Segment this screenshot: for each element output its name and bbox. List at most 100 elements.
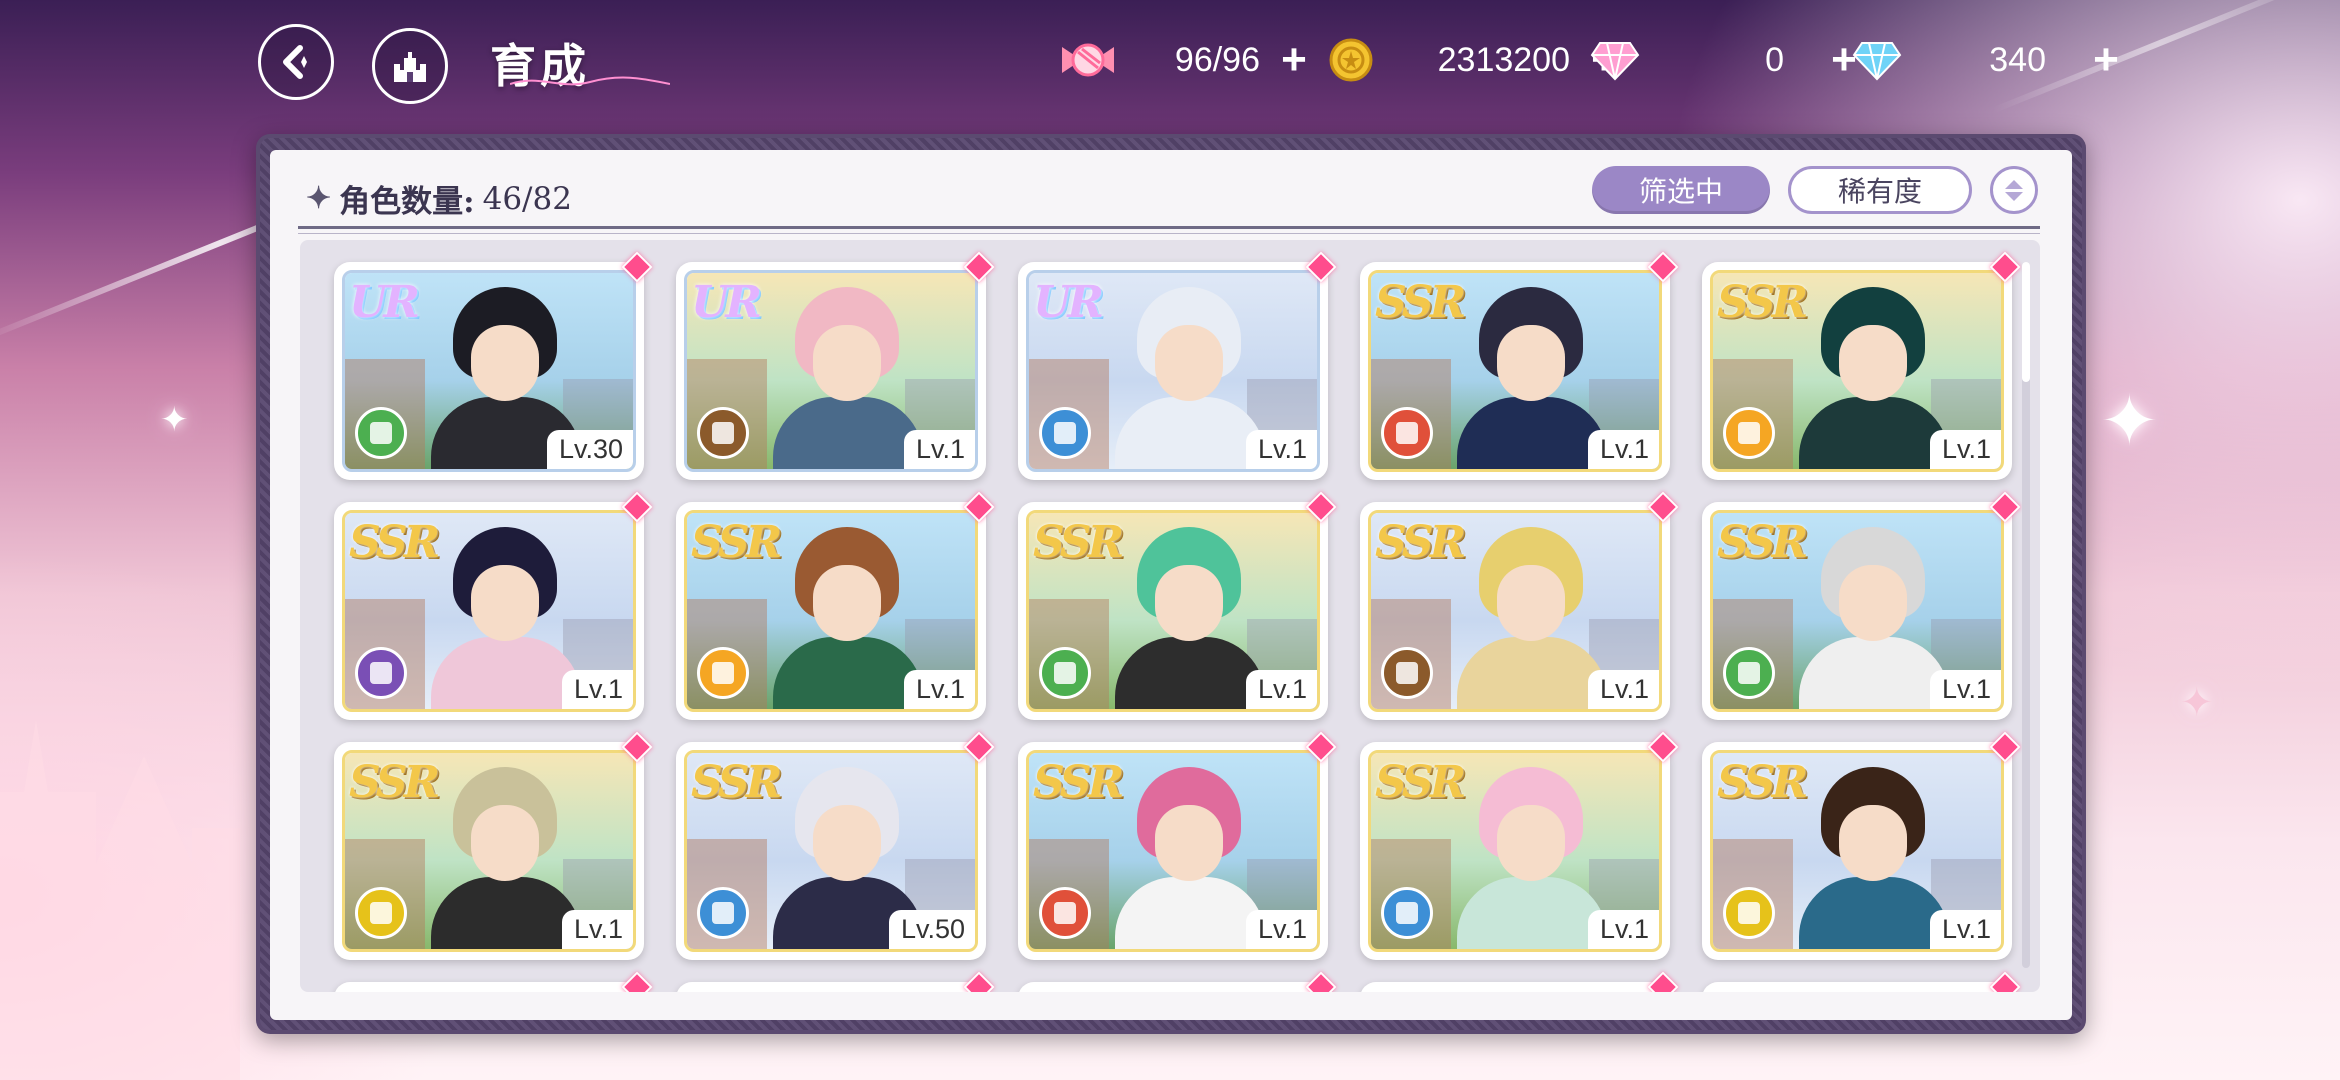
character-card[interactable]: UR Lv.30 bbox=[334, 251, 653, 480]
character-outfit bbox=[773, 637, 923, 709]
character-outfit bbox=[1799, 637, 1949, 709]
character-figure bbox=[773, 287, 923, 469]
pink-diamond-icon bbox=[1590, 42, 1640, 81]
character-figure bbox=[1799, 767, 1949, 949]
sort-order-button[interactable] bbox=[1990, 166, 2038, 214]
add-stamina-button[interactable]: + bbox=[1274, 38, 1314, 82]
character-count: ✦ 角色数量: 46/82 bbox=[306, 176, 572, 221]
character-card[interactable]: SSR Lv.1 bbox=[1702, 251, 2021, 480]
rarity-badge: SSR bbox=[691, 757, 782, 808]
rarity-badge: SSR bbox=[349, 757, 440, 808]
character-outfit bbox=[1799, 877, 1949, 949]
character-face bbox=[471, 325, 539, 401]
character-portrait: SSR Lv.1 bbox=[684, 510, 978, 712]
character-face bbox=[1155, 565, 1223, 641]
character-face bbox=[1497, 805, 1565, 881]
rarity-badge: SSR bbox=[1717, 277, 1808, 328]
character-card-partial[interactable] bbox=[334, 971, 653, 992]
rarity-badge: SSR bbox=[1033, 517, 1124, 568]
character-count-value: 46/82 bbox=[482, 180, 572, 217]
new-indicator-icon bbox=[1305, 971, 1337, 992]
character-portrait: SSR Lv.1 bbox=[1368, 510, 1662, 712]
level-label: Lv.1 bbox=[1587, 670, 1659, 709]
rarity-badge: SSR bbox=[1375, 757, 1466, 808]
attribute-icon bbox=[1723, 647, 1775, 699]
character-outfit bbox=[1115, 637, 1265, 709]
character-card[interactable]: SSR Lv.50 bbox=[676, 731, 995, 960]
attribute-glyph bbox=[1738, 902, 1760, 924]
new-indicator-icon bbox=[1989, 971, 2021, 992]
character-card[interactable]: SSR Lv.1 bbox=[1018, 731, 1337, 960]
character-card[interactable]: UR Lv.1 bbox=[676, 251, 995, 480]
attribute-glyph bbox=[712, 422, 734, 444]
attribute-glyph bbox=[1054, 662, 1076, 684]
character-portrait: SSR Lv.1 bbox=[342, 510, 636, 712]
attribute-icon bbox=[1381, 407, 1433, 459]
candy-icon bbox=[1062, 43, 1114, 77]
character-portrait: SSR Lv.1 bbox=[1368, 750, 1662, 952]
level-label: Lv.1 bbox=[1929, 670, 2001, 709]
stamina-counter: 96/96 + bbox=[1058, 34, 1314, 86]
sort-rarity-button[interactable]: 稀有度 bbox=[1788, 166, 1972, 214]
character-card-partial[interactable] bbox=[1702, 971, 2021, 992]
character-card-partial[interactable] bbox=[676, 971, 995, 992]
character-card[interactable]: SSR Lv.1 bbox=[334, 491, 653, 720]
attribute-glyph bbox=[1396, 902, 1418, 924]
attribute-icon bbox=[355, 887, 407, 939]
sparkle-icon: ✦ bbox=[160, 400, 189, 440]
character-card[interactable]: SSR Lv.1 bbox=[676, 491, 995, 720]
rarity-badge: SSR bbox=[349, 517, 440, 568]
home-button[interactable] bbox=[372, 28, 448, 104]
character-card[interactable]: SSR Lv.1 bbox=[1018, 491, 1337, 720]
character-outfit bbox=[431, 637, 581, 709]
attribute-icon bbox=[697, 407, 749, 459]
character-face bbox=[813, 565, 881, 641]
character-card[interactable]: SSR Lv.1 bbox=[1360, 491, 1679, 720]
character-portrait: SSR Lv.1 bbox=[1710, 510, 2004, 712]
header-divider bbox=[298, 226, 2040, 229]
character-outfit bbox=[1457, 637, 1607, 709]
level-label: Lv.1 bbox=[561, 670, 633, 709]
character-card[interactable]: SSR Lv.1 bbox=[1360, 731, 1679, 960]
character-portrait: SSR Lv.1 bbox=[342, 750, 636, 952]
character-outfit bbox=[1115, 397, 1265, 469]
character-figure bbox=[431, 767, 581, 949]
level-label: Lv.1 bbox=[1245, 430, 1317, 469]
character-card[interactable]: SSR Lv.1 bbox=[1702, 731, 2021, 960]
character-card-partial[interactable] bbox=[1018, 971, 1337, 992]
character-outfit bbox=[773, 397, 923, 469]
character-face bbox=[1155, 325, 1223, 401]
attribute-icon bbox=[1723, 407, 1775, 459]
character-card[interactable]: SSR Lv.1 bbox=[334, 731, 653, 960]
scrollbar-thumb[interactable] bbox=[2022, 262, 2030, 382]
character-portrait: SSR Lv.1 bbox=[1710, 270, 2004, 472]
coin-value: 2313200 bbox=[1437, 40, 1570, 79]
blue-diamond-icon bbox=[1852, 42, 1902, 81]
character-card[interactable]: SSR Lv.1 bbox=[1702, 491, 2021, 720]
character-figure bbox=[1457, 287, 1607, 469]
character-portrait: SSR Lv.1 bbox=[1368, 270, 1662, 472]
character-card[interactable]: UR Lv.1 bbox=[1018, 251, 1337, 480]
filter-button[interactable]: 筛选中 bbox=[1592, 166, 1770, 214]
character-figure bbox=[1799, 527, 1949, 709]
character-figure bbox=[431, 527, 581, 709]
castle-icon bbox=[394, 52, 426, 82]
top-bar: 育成 96/96 + 2313200 + 0 + bbox=[0, 0, 2340, 125]
blue-gem-value: 340 bbox=[1989, 40, 2046, 79]
rarity-badge: SSR bbox=[691, 517, 782, 568]
character-figure bbox=[1115, 527, 1265, 709]
castle-silhouette bbox=[0, 720, 240, 1080]
attribute-glyph bbox=[1738, 662, 1760, 684]
attribute-glyph bbox=[712, 902, 734, 924]
character-card-partial[interactable] bbox=[1360, 971, 1679, 992]
attribute-glyph bbox=[712, 662, 734, 684]
level-label: Lv.1 bbox=[903, 430, 975, 469]
character-face bbox=[813, 805, 881, 881]
attribute-glyph bbox=[1054, 422, 1076, 444]
character-portrait: UR Lv.1 bbox=[684, 270, 978, 472]
sparkle-icon: ✦ bbox=[2180, 680, 2214, 726]
add-blue-gems-button[interactable]: + bbox=[2086, 38, 2126, 82]
back-button[interactable] bbox=[258, 24, 334, 100]
character-card[interactable]: SSR Lv.1 bbox=[1360, 251, 1679, 480]
character-portrait: UR Lv.30 bbox=[342, 270, 636, 472]
